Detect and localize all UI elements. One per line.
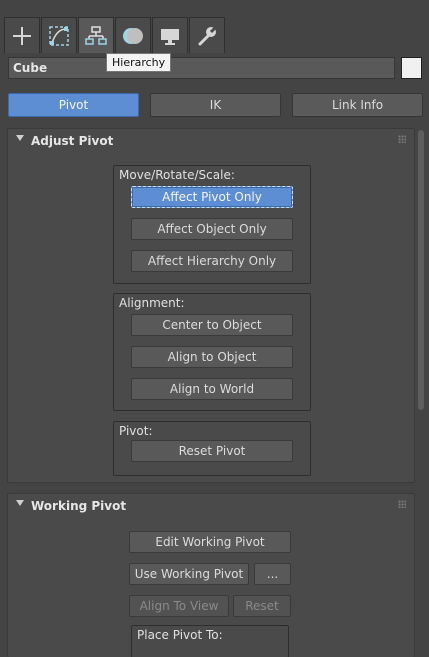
align-to-world-button[interactable]: Align to World (131, 378, 293, 400)
align-to-view-button[interactable]: Align To View (129, 595, 229, 617)
tab-display[interactable] (152, 17, 188, 53)
collapse-triangle-icon (16, 135, 24, 141)
sphere-icon (121, 25, 145, 47)
grip-icon[interactable] (398, 135, 406, 143)
center-to-object-button[interactable]: Center to Object (131, 314, 293, 336)
move-rotate-scale-group: Move/Rotate/Scale: Affect Pivot Only Aff… (113, 165, 311, 284)
object-color-swatch[interactable] (401, 57, 422, 79)
place-pivot-to-group: Place Pivot To: (131, 625, 289, 657)
reset-working-pivot-button[interactable]: Reset (233, 595, 291, 617)
use-working-pivot-button[interactable]: Use Working Pivot (129, 563, 249, 585)
plus-icon (11, 25, 33, 47)
rollout-title: Adjust Pivot (31, 134, 114, 148)
adjust-pivot-rollout: Adjust Pivot Move/Rotate/Scale: Affect P… (7, 128, 415, 483)
affect-hierarchy-only-button[interactable]: Affect Hierarchy Only (131, 250, 293, 272)
group-label: Move/Rotate/Scale: (119, 168, 235, 182)
hierarchy-icon (85, 25, 107, 47)
pivot-group: Pivot: Reset Pivot (113, 421, 311, 476)
tab-utilities[interactable] (189, 17, 225, 53)
wrench-icon (196, 25, 218, 47)
edit-working-pivot-button[interactable]: Edit Working Pivot (129, 531, 291, 553)
tab-hierarchy[interactable] (78, 17, 114, 53)
tab-modify[interactable] (41, 17, 77, 53)
hierarchy-tooltip: Hierarchy (106, 53, 172, 72)
hierarchy-subtabs: Pivot IK Link Info (8, 93, 424, 117)
group-label: Place Pivot To: (137, 628, 223, 642)
tab-link-info[interactable]: Link Info (292, 93, 423, 117)
alignment-group: Alignment: Center to Object Align to Obj… (113, 293, 311, 411)
command-panel-header (0, 0, 429, 54)
rollout-title: Working Pivot (31, 499, 127, 513)
adjust-pivot-header[interactable]: Adjust Pivot (8, 129, 414, 153)
grip-icon[interactable] (398, 500, 406, 508)
tab-pivot[interactable]: Pivot (8, 93, 139, 117)
reset-pivot-button[interactable]: Reset Pivot (131, 440, 293, 462)
affect-object-only-button[interactable]: Affect Object Only (131, 218, 293, 240)
command-panel-tabs (4, 17, 226, 53)
tab-motion[interactable] (115, 17, 151, 53)
affect-pivot-only-button[interactable]: Affect Pivot Only (131, 186, 293, 208)
align-to-object-button[interactable]: Align to Object (131, 346, 293, 368)
object-name-field[interactable]: Cube (8, 57, 395, 79)
group-label: Alignment: (119, 296, 185, 310)
group-label: Pivot: (119, 424, 153, 438)
curve-icon (48, 25, 70, 47)
tab-create[interactable] (4, 17, 40, 53)
working-pivot-header[interactable]: Working Pivot (8, 494, 414, 518)
collapse-triangle-icon (16, 500, 24, 506)
panel-scrollbar[interactable] (418, 130, 424, 410)
working-pivot-options-button[interactable]: ... (254, 563, 291, 585)
working-pivot-rollout: Working Pivot Edit Working Pivot Use Wor… (7, 493, 415, 657)
monitor-icon (159, 25, 181, 47)
tab-ik[interactable]: IK (150, 93, 281, 117)
